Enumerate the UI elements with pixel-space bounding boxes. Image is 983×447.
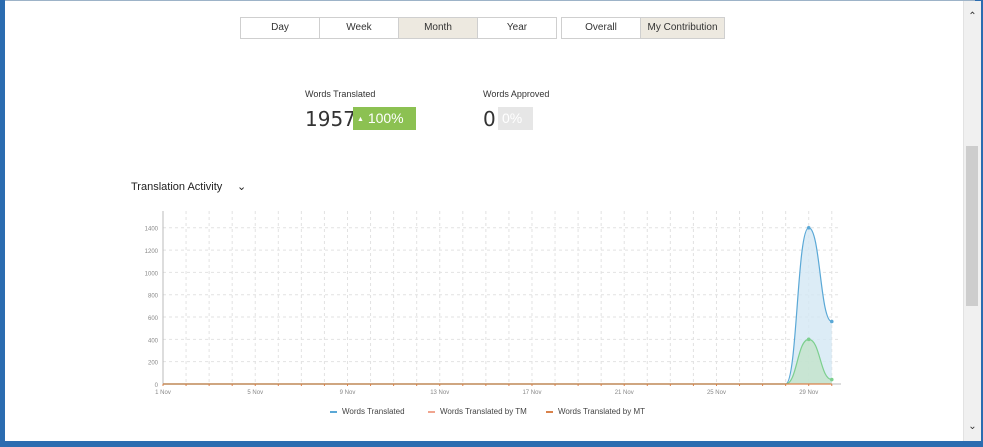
data-point — [806, 337, 811, 342]
x-tick-label: 29 Nov — [799, 390, 818, 396]
legend-item-words-translated-by-mt[interactable]: Words Translated by MT — [546, 407, 645, 416]
legend-swatch-icon — [428, 410, 435, 413]
y-tick-label: 600 — [148, 316, 159, 322]
series-line-1 — [163, 338, 832, 385]
x-tick-label: 17 Nov — [522, 390, 541, 396]
translation-activity-chart: 0 200 400 600 800 1000 1200 1400 1 Nov 5 Nov 9 Nov… — [145, 211, 841, 396]
series-area-1 — [163, 339, 832, 384]
scroll-down-icon[interactable]: ⌄ — [967, 421, 978, 432]
y-tick-label: 200 — [148, 361, 159, 367]
y-tick-label: 1000 — [145, 271, 159, 277]
x-tick-label: 9 Nov — [340, 390, 356, 396]
x-tick-label: 25 Nov — [707, 390, 726, 396]
legend-label: Words Translated by MT — [558, 407, 645, 416]
y-tick-label: 400 — [148, 338, 159, 344]
x-tick-label: 5 Nov — [247, 390, 263, 396]
legend-item-words-translated[interactable]: Words Translated — [330, 407, 405, 416]
data-point — [806, 225, 811, 230]
scroll-up-icon[interactable]: ⌃ — [967, 11, 978, 22]
legend-swatch-icon — [330, 410, 337, 413]
legend-item-words-translated-by-tm[interactable]: Words Translated by TM — [428, 407, 527, 416]
y-tick-label: 1200 — [145, 249, 159, 255]
legend-label: Words Translated — [342, 407, 405, 416]
y-tick-label: 800 — [148, 294, 159, 300]
app-window: Day Week Month Year Overall My Contribut… — [5, 0, 981, 441]
series-line-0 — [163, 227, 833, 385]
data-point — [829, 319, 834, 324]
series-area-0 — [163, 227, 832, 384]
x-tick-label: 13 Nov — [430, 390, 449, 396]
legend-swatch-icon — [546, 410, 553, 413]
x-tick-label: 1 Nov — [155, 390, 171, 396]
legend-label: Words Translated by TM — [440, 407, 527, 416]
scroll-thumb[interactable] — [966, 146, 978, 306]
x-tick-label: 21 Nov — [615, 390, 634, 396]
y-tick-label: 1400 — [145, 227, 159, 233]
data-point — [829, 377, 834, 382]
y-tick-label: 0 — [155, 383, 159, 389]
vertical-scrollbar[interactable]: ⌃ ⌄ — [963, 1, 981, 441]
